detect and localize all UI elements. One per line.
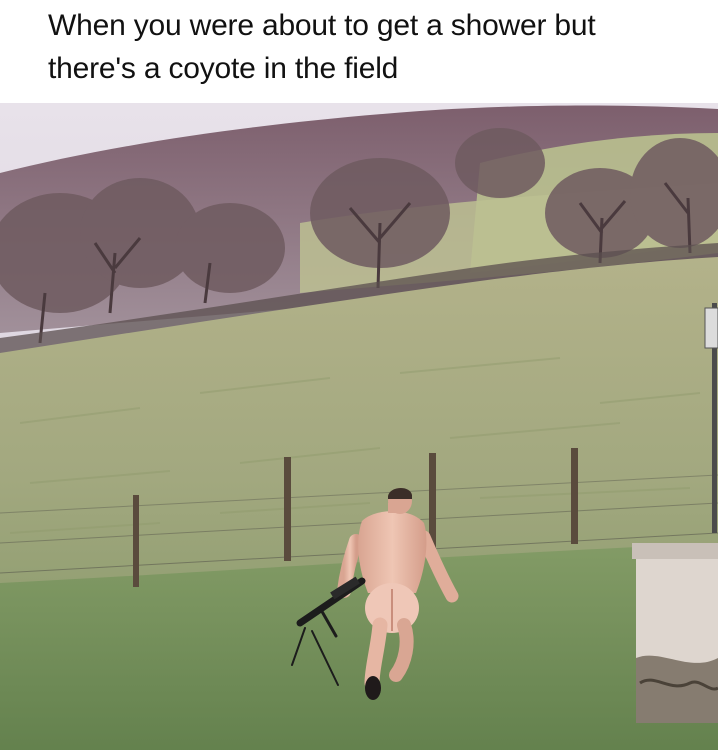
meme-card: When you were about to get a shower but … <box>0 0 718 750</box>
fence-post <box>133 495 139 587</box>
concrete-wall <box>632 543 718 723</box>
meme-photo <box>0 103 718 750</box>
meme-caption: When you were about to get a shower but … <box>48 4 688 90</box>
caption-line-1: When you were about to get a shower but <box>48 9 596 42</box>
field-scene <box>0 103 718 750</box>
caption-line-2: there's a coyote in the field <box>48 52 399 85</box>
fence-post <box>284 457 291 561</box>
fence-post <box>571 448 578 544</box>
